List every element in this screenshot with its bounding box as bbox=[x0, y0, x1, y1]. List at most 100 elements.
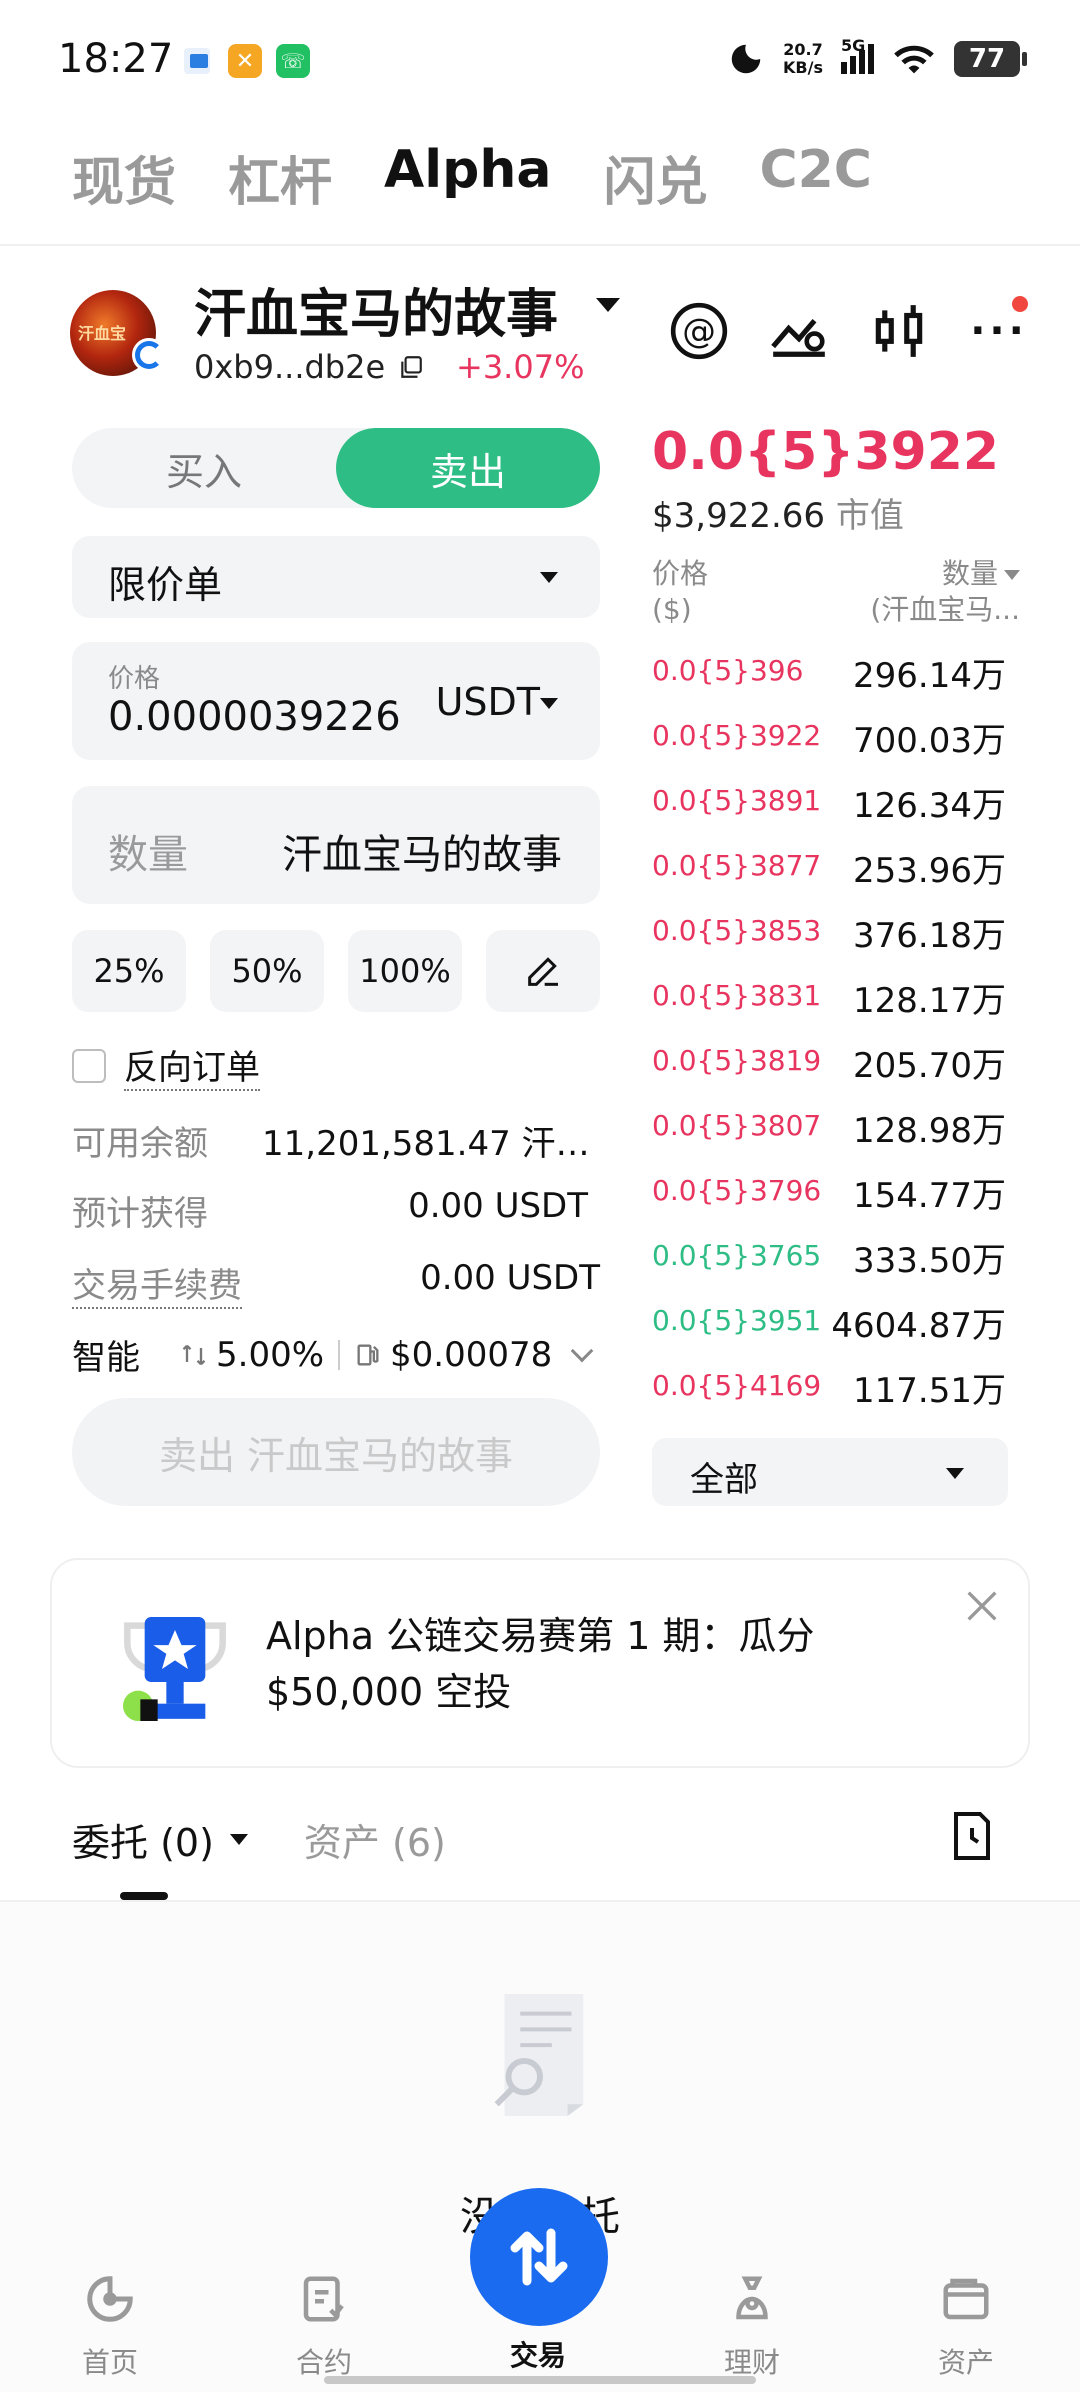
orderbook-qty: 154.77万 bbox=[853, 1176, 1006, 1216]
tab-spot[interactable]: 现货 bbox=[72, 140, 176, 215]
orderbook-row[interactable]: 0.0{5}3877 253.96万 bbox=[652, 841, 1006, 906]
reverse-order-option[interactable]: 反向订单 bbox=[72, 1040, 260, 1091]
chevron-down-icon bbox=[570, 1339, 594, 1362]
percent-25-button[interactable]: 25% bbox=[72, 930, 186, 1012]
wallet-icon bbox=[943, 2278, 989, 2320]
orderbook-row[interactable]: 0.0{5}3891 126.34万 bbox=[652, 776, 1006, 841]
tab-open-orders[interactable]: 委托 (0) bbox=[72, 1812, 248, 1867]
orderbook-qty-header[interactable]: 数量 (汗血宝马... bbox=[870, 556, 1020, 628]
notification-dot bbox=[1012, 296, 1028, 312]
nav-earn-label: 理财 bbox=[723, 2346, 780, 2379]
orderbook-row[interactable]: 0.0{5}3831 128.17万 bbox=[652, 971, 1006, 1036]
trading-fee-label[interactable]: 交易手续费 bbox=[72, 1258, 242, 1309]
token-selector-caret-icon[interactable] bbox=[596, 298, 620, 312]
nav-assets[interactable]: 资产 bbox=[906, 2272, 1026, 2381]
net-speed-unit: KB/s bbox=[783, 58, 823, 77]
available-balance-value: 11,201,581.47 汗血... bbox=[262, 1124, 600, 1164]
orderbook-row[interactable]: 0.0{5}3819 205.70万 bbox=[652, 1036, 1006, 1101]
gas-fee-value: $0.00078 bbox=[390, 1334, 553, 1375]
nav-contract[interactable]: 合约 bbox=[264, 2272, 384, 2381]
quantity-unit: 汗血宝马的故事 bbox=[282, 832, 562, 878]
price-unit-select[interactable]: USDT bbox=[436, 680, 540, 724]
pencil-icon bbox=[528, 957, 558, 986]
nav-home[interactable]: 首页 bbox=[50, 2272, 170, 2381]
reverse-order-checkbox[interactable] bbox=[72, 1048, 106, 1083]
quantity-input[interactable]: 数量 汗血宝马的故事 bbox=[72, 786, 600, 904]
orderbook-row[interactable]: 0.0{5}4169 117.51万 bbox=[652, 1361, 1006, 1426]
order-type-label: 限价单 bbox=[108, 563, 223, 607]
tab-c2c[interactable]: C2C bbox=[759, 140, 872, 215]
nav-contract-label: 合约 bbox=[295, 2346, 352, 2379]
orderbook-row[interactable]: 0.0{5}3807 128.98万 bbox=[652, 1101, 1006, 1166]
sell-submit-button[interactable]: 卖出 汗血宝马的故事 bbox=[72, 1398, 600, 1506]
orderbook-qty: 4604.87万 bbox=[831, 1306, 1006, 1346]
wifi-icon bbox=[894, 45, 934, 74]
orderbook-price: 0.0{5}3831 bbox=[652, 979, 822, 1012]
percent-buttons: 25% 50% 100% bbox=[72, 930, 600, 1012]
orderbook-price: 0.0{5}3853 bbox=[652, 914, 822, 947]
orderbook-price: 0.0{5}3819 bbox=[652, 1044, 822, 1077]
available-balance-label: 可用余额 bbox=[72, 1124, 208, 1164]
net-speed-value: 20.7 bbox=[783, 40, 823, 59]
orderbook-price: 0.0{5}3807 bbox=[652, 1109, 822, 1142]
sell-tab[interactable]: 卖出 bbox=[336, 428, 600, 508]
home-indicator bbox=[324, 2376, 756, 2384]
orderbook-row[interactable]: 0.0{5}3853 376.18万 bbox=[652, 906, 1006, 971]
tab-margin[interactable]: 杠杆 bbox=[228, 140, 332, 215]
trade-fab-button[interactable] bbox=[470, 2188, 608, 2326]
status-bar: 18:27 ✕ ☏ 20.7 KB/s 5G 77 bbox=[0, 0, 1080, 120]
nav-assets-label: 资产 bbox=[937, 2346, 994, 2379]
percent-100-button[interactable]: 100% bbox=[348, 930, 462, 1012]
orderbook-row[interactable]: 0.0{5}3796 154.77万 bbox=[652, 1166, 1006, 1231]
trophy-icon bbox=[123, 1617, 226, 1721]
do-not-disturb-icon bbox=[731, 44, 761, 74]
orders-assets-tabs: 委托 (0) 资产 (6) bbox=[72, 1812, 446, 1867]
swap-arrows-icon bbox=[510, 2228, 568, 2286]
order-type-select[interactable]: 限价单 bbox=[72, 536, 600, 618]
price-input-value[interactable]: 0.0000039226 bbox=[108, 694, 401, 740]
svg-text:@: @ bbox=[682, 312, 716, 351]
nav-home-label: 首页 bbox=[81, 2346, 138, 2379]
orderbook-price: 0.0{5}3922 bbox=[652, 719, 822, 752]
smart-settings-row[interactable]: 智能 5.00% $0.00078 bbox=[72, 1330, 600, 1379]
promo-line-1: Alpha 公链交易赛第 1 期：瓜分 bbox=[266, 1614, 815, 1658]
orderbook-row[interactable]: 0.0{5}3765 333.50万 bbox=[652, 1231, 1006, 1296]
orderbook-qty: 126.34万 bbox=[853, 786, 1006, 826]
token-address: 0xb9...db2e bbox=[194, 348, 386, 386]
orderbook-price: 0.0{5}3796 bbox=[652, 1174, 822, 1207]
price-alert-icon[interactable] bbox=[768, 300, 830, 362]
orderbook-filter-label: 全部 bbox=[690, 1460, 758, 1500]
copy-icon[interactable] bbox=[398, 354, 424, 380]
nav-earn[interactable]: 理财 bbox=[692, 2272, 812, 2381]
orderbook-row[interactable]: 0.0{5}396 296.14万 bbox=[652, 646, 1006, 711]
token-name[interactable]: 汗血宝马的故事 bbox=[194, 272, 558, 347]
orderbook-price: 0.0{5}3765 bbox=[652, 1239, 822, 1272]
slippage-icon bbox=[182, 1344, 206, 1365]
money-bag-icon bbox=[736, 2276, 768, 2320]
percent-50-button[interactable]: 50% bbox=[210, 930, 324, 1012]
more-menu[interactable]: ··· bbox=[968, 296, 1030, 362]
network-speed: 20.7 KB/s bbox=[783, 41, 823, 77]
tab-alpha[interactable]: Alpha bbox=[384, 140, 551, 215]
orderbook-price: 0.0{5}3951 bbox=[652, 1304, 822, 1337]
market-tabs: 现货 杠杆 Alpha 闪兑 C2C bbox=[72, 140, 872, 215]
market-cap-value: $3,922.66 bbox=[652, 496, 826, 536]
qty-header-unit: (汗血宝马... bbox=[870, 593, 1020, 626]
close-icon[interactable] bbox=[962, 1586, 1002, 1626]
buy-tab[interactable]: 买入 bbox=[72, 428, 336, 508]
at-icon[interactable]: @ bbox=[668, 300, 730, 362]
orderbook-row[interactable]: 0.0{5}3951 4604.87万 bbox=[652, 1296, 1006, 1361]
orderbook-row[interactable]: 0.0{5}3922 700.03万 bbox=[652, 711, 1006, 776]
market-cap: $3,922.66 市值 bbox=[652, 488, 904, 537]
tab-convert[interactable]: 闪兑 bbox=[603, 140, 707, 215]
order-history-icon[interactable] bbox=[948, 1810, 996, 1862]
promo-banner[interactable]: Alpha 公链交易赛第 1 期：瓜分 $50,000 空投 bbox=[50, 1558, 1030, 1768]
orderbook-filter-select[interactable]: 全部 bbox=[652, 1438, 1008, 1506]
tab-assets[interactable]: 资产 (6) bbox=[304, 1812, 446, 1867]
price-input[interactable]: 价格 0.0000039226 USDT bbox=[72, 642, 600, 760]
chevron-down-icon bbox=[946, 1468, 964, 1479]
candlestick-chart-icon[interactable] bbox=[868, 300, 930, 362]
orderbook-qty: 700.03万 bbox=[853, 721, 1006, 761]
orderbook-qty: 296.14万 bbox=[853, 656, 1006, 696]
edit-percent-button[interactable] bbox=[486, 930, 600, 1012]
